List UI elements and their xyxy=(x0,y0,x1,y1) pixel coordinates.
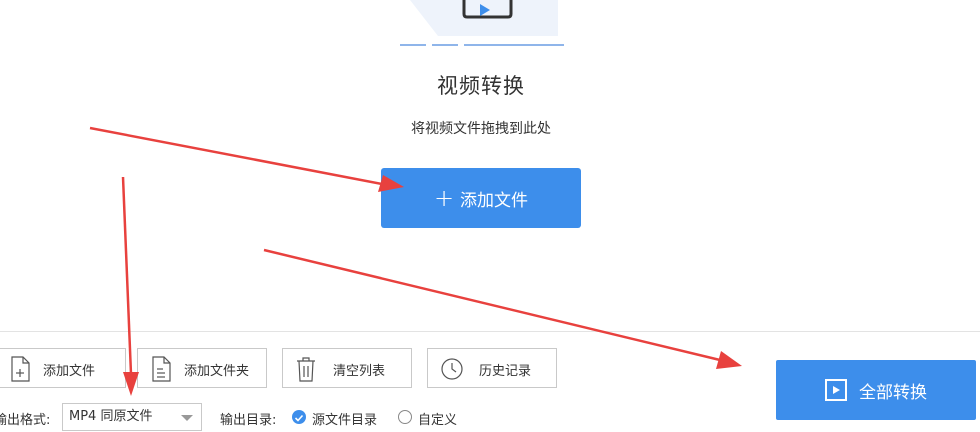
video-convert-illustration xyxy=(400,0,564,46)
file-add-icon xyxy=(11,356,30,382)
add-file-label: 添加文件 xyxy=(43,364,96,379)
output-format-value: MP4 同原文件 xyxy=(69,409,153,424)
trash-icon xyxy=(297,357,315,382)
radio-source-dir[interactable] xyxy=(292,410,306,424)
radio-custom-dir[interactable] xyxy=(398,410,412,424)
convert-all-label: 全部转换 xyxy=(859,382,927,403)
add-folder-label: 添加文件夹 xyxy=(184,364,250,379)
add-file-main-button[interactable]: + 添加文件 xyxy=(381,168,581,228)
play-icon xyxy=(825,379,847,401)
clear-list-label: 清空列表 xyxy=(333,364,386,379)
chevron-down-icon xyxy=(181,415,193,421)
output-format-select[interactable]: MP4 同原文件 xyxy=(62,403,202,431)
clear-list-button[interactable]: 清空列表 xyxy=(282,348,412,388)
add-file-button[interactable]: 添加文件 xyxy=(0,348,126,388)
drop-hint: 将视频文件拖拽到此处 xyxy=(411,121,551,137)
radio-custom-dir-label: 自定义 xyxy=(418,413,458,428)
folder-add-icon xyxy=(152,356,171,382)
history-button[interactable]: 历史记录 xyxy=(427,348,557,388)
arrow-to-format xyxy=(121,176,133,375)
output-format-label: 输出格式: xyxy=(0,413,51,428)
page-title: 视频转换 xyxy=(437,74,525,98)
convert-all-button[interactable]: 全部转换 xyxy=(776,360,976,420)
radio-source-dir-label: 源文件目录 xyxy=(312,413,378,428)
clock-icon xyxy=(441,358,463,380)
add-file-main-label: 添加文件 xyxy=(460,190,529,211)
output-dir-label: 输出目录: xyxy=(220,413,277,428)
arrow-to-convert xyxy=(263,248,721,362)
divider xyxy=(0,331,980,332)
plus-icon: + xyxy=(433,184,455,212)
history-label: 历史记录 xyxy=(479,364,532,379)
check-icon xyxy=(294,414,304,422)
arrow-head xyxy=(716,351,742,369)
add-folder-button[interactable]: 添加文件夹 xyxy=(137,348,267,388)
